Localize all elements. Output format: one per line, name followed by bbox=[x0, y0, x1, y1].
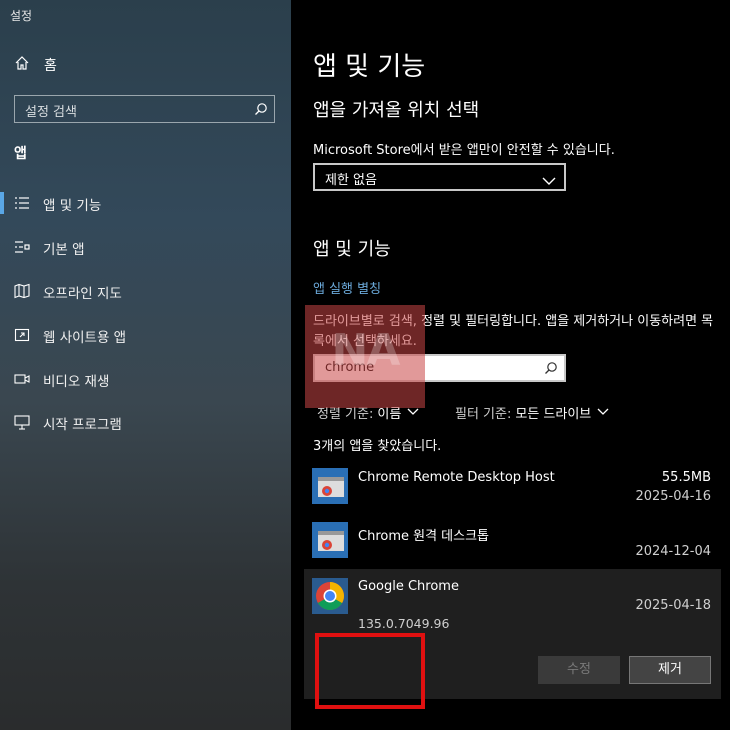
sidebar-item-label: 오프라인 지도 bbox=[43, 286, 122, 302]
watermark: NA bbox=[305, 305, 425, 408]
modify-button[interactable]: 수정 bbox=[538, 656, 620, 684]
sidebar-item-startup[interactable]: 시작 프로그램 bbox=[0, 407, 291, 437]
home-nav-item[interactable]: 홈 bbox=[14, 55, 57, 75]
video-icon bbox=[14, 371, 30, 387]
sidebar-item-label: 시작 프로그램 bbox=[43, 417, 122, 433]
app-aliases-link[interactable]: 앱 실행 별칭 bbox=[313, 278, 381, 297]
list-icon bbox=[14, 195, 30, 211]
highlight-box bbox=[315, 633, 425, 709]
sidebar-item-apps-features[interactable]: 앱 및 기능 bbox=[0, 188, 291, 218]
settings-sidebar: 설정 홈 설정 검색 앱 앱 및 기능 기본 앱 오프라인 지도 웹 사이트용 … bbox=[0, 0, 291, 730]
map-icon bbox=[14, 283, 30, 299]
chevron-down-icon bbox=[542, 171, 556, 190]
app-size: 55.5MB bbox=[661, 470, 711, 485]
app-date: 2025-04-18 bbox=[635, 598, 711, 613]
dropdown-value: 제한 없음 bbox=[325, 173, 377, 188]
sidebar-item-label: 앱 및 기능 bbox=[43, 198, 102, 214]
uninstall-button[interactable]: 제거 bbox=[629, 656, 711, 684]
startup-icon bbox=[14, 414, 30, 430]
app-name: Google Chrome bbox=[358, 579, 459, 594]
search-icon bbox=[254, 101, 268, 120]
result-count: 3개의 앱을 찾았습니다. bbox=[313, 439, 442, 454]
filter-value: 모든 드라이브 bbox=[515, 407, 592, 422]
watermark-text: NA bbox=[331, 325, 401, 376]
app-date: 2025-04-16 bbox=[635, 489, 711, 504]
install-section-title: 앱을 가져올 위치 선택 bbox=[313, 100, 480, 121]
app-name: Chrome Remote Desktop Host bbox=[358, 470, 555, 485]
sidebar-item-label: 웹 사이트용 앱 bbox=[43, 330, 127, 346]
chevron-down-icon bbox=[597, 405, 609, 420]
app-list-item[interactable]: Chrome 원격 데스크톱 2024-12-04 bbox=[304, 516, 721, 568]
sidebar-item-label: 기본 앱 bbox=[43, 242, 85, 258]
settings-search-input[interactable]: 설정 검색 bbox=[14, 95, 275, 123]
sidebar-section-title: 앱 bbox=[14, 146, 27, 162]
app-version: 135.0.7049.96 bbox=[358, 616, 450, 631]
filter-label: 필터 기준: bbox=[455, 407, 512, 422]
home-label: 홈 bbox=[44, 58, 57, 74]
install-source-dropdown[interactable]: 제한 없음 bbox=[313, 163, 566, 191]
sidebar-item-label: 비디오 재생 bbox=[43, 374, 110, 390]
sidebar-item-offline-maps[interactable]: 오프라인 지도 bbox=[0, 276, 291, 306]
search-icon bbox=[544, 360, 558, 379]
install-description: Microsoft Store에서 받은 앱만이 안전할 수 있습니다. bbox=[313, 143, 615, 158]
remote-desktop-icon bbox=[312, 468, 348, 504]
filter-dropdown[interactable]: 필터 기준: 모든 드라이브 bbox=[455, 403, 609, 422]
sidebar-item-default-apps[interactable]: 기본 앱 bbox=[0, 232, 291, 262]
remote-desktop-icon bbox=[312, 522, 348, 558]
app-list-item[interactable]: Chrome Remote Desktop Host 55.5MB 2025-0… bbox=[304, 462, 721, 512]
apps-section-title: 앱 및 기능 bbox=[313, 239, 391, 260]
sidebar-item-video-playback[interactable]: 비디오 재생 bbox=[0, 364, 291, 394]
home-icon bbox=[14, 55, 30, 75]
app-date: 2024-12-04 bbox=[635, 544, 711, 559]
website-app-icon bbox=[14, 327, 30, 343]
sidebar-item-website-apps[interactable]: 웹 사이트용 앱 bbox=[0, 320, 291, 350]
search-placeholder: 설정 검색 bbox=[25, 105, 77, 120]
app-name: Chrome 원격 데스크톱 bbox=[358, 529, 490, 544]
chrome-icon bbox=[312, 578, 348, 614]
window-title: 설정 bbox=[10, 9, 33, 23]
page-title: 앱 및 기능 bbox=[313, 52, 426, 82]
default-apps-icon bbox=[14, 239, 30, 255]
